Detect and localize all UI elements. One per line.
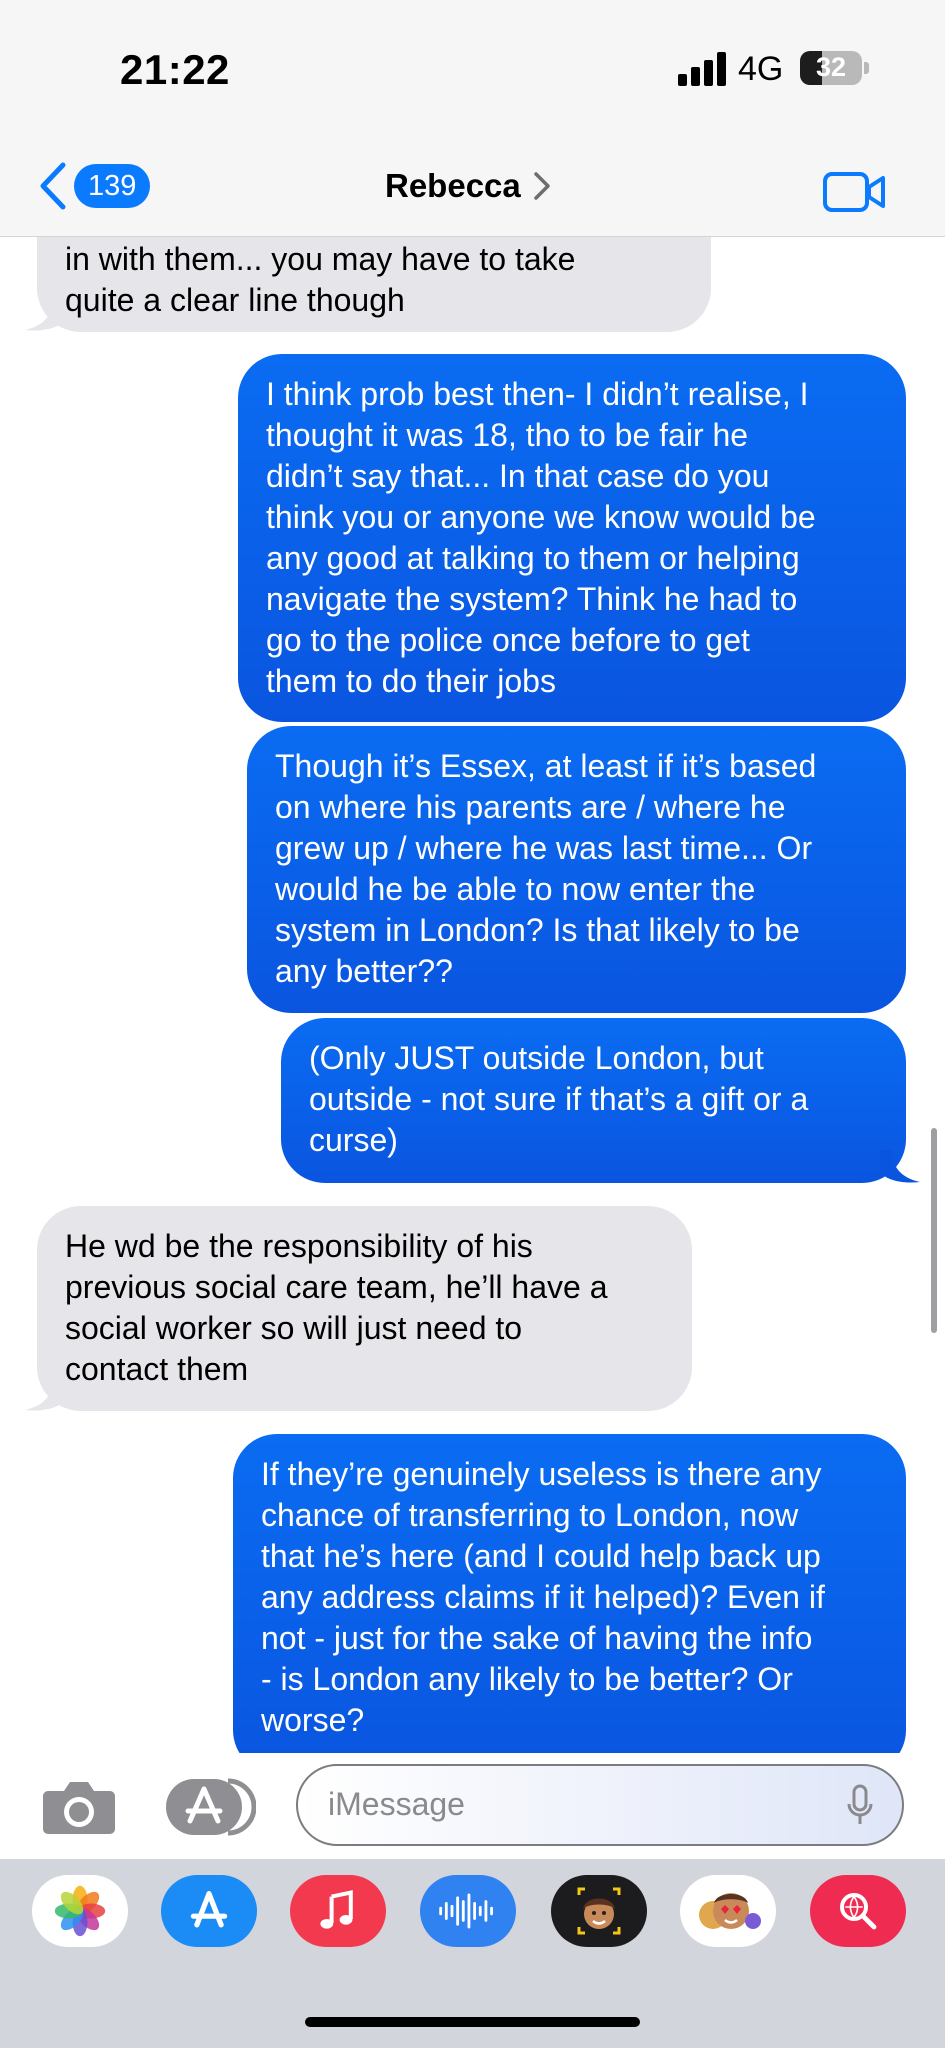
photos-icon[interactable]: [32, 1875, 128, 1947]
app-store-icon[interactable]: [161, 1875, 257, 1947]
message-line: He wd be the responsibility of his: [65, 1228, 533, 1264]
imessage-app-drawer: [0, 1859, 945, 2048]
message-line: (Only JUST outside London, but: [309, 1040, 764, 1076]
message-input-placeholder: iMessage: [328, 1786, 465, 1822]
bubble-tail: [25, 298, 65, 331]
audio-message-icon[interactable]: [420, 1875, 516, 1947]
message-line: them to do their jobs: [266, 663, 556, 699]
contact-header[interactable]: Rebecca: [385, 162, 551, 210]
memoji-stickers-icon[interactable]: [680, 1875, 776, 1947]
unread-count-badge: 139: [74, 164, 151, 208]
message-line: worse?: [261, 1702, 365, 1738]
status-bar: 21:22 4G 32: [0, 0, 945, 140]
message-thread[interactable]: in with them... you may have to take qui…: [0, 236, 945, 1753]
message-line: that he’s here (and I could help back up: [261, 1538, 821, 1574]
message-line: quite a clear line though: [65, 282, 405, 318]
status-time: 21:22: [120, 46, 230, 93]
network-type: 4G: [738, 50, 784, 88]
incoming-message[interactable]: He wd be the responsibility of his previ…: [37, 1206, 692, 1411]
battery-nub: [864, 62, 869, 74]
message-input[interactable]: iMessage: [296, 1764, 904, 1846]
bubble-tail: [880, 1150, 920, 1183]
music-icon[interactable]: [290, 1875, 386, 1947]
message-line: outside - not sure if that’s a gift or a: [309, 1081, 809, 1117]
message-line: any good at talking to them or helping: [266, 540, 800, 576]
message-line: think you or anyone we know would be: [266, 499, 816, 535]
outgoing-message[interactable]: If they’re genuinely useless is there an…: [233, 1434, 906, 1753]
outgoing-message[interactable]: Though it’s Essex, at least if it’s base…: [247, 726, 906, 1013]
message-line: not - just for the sake of having the in…: [261, 1620, 813, 1656]
message-line: thought it was 18, tho to be fair he: [266, 417, 749, 453]
contact-name: Rebecca: [385, 167, 521, 204]
message-line: contact them: [65, 1351, 249, 1387]
message-line: - is London any likely to be better? Or: [261, 1661, 793, 1697]
message-line: I think prob best then- I didn’t realise…: [266, 376, 809, 412]
message-line: Though it’s Essex, at least if it’s base…: [275, 748, 817, 784]
scroll-indicator[interactable]: [931, 1128, 937, 1333]
message-line: would he be able to now enter the: [275, 871, 756, 907]
battery-level: 32: [815, 52, 847, 82]
cellular-signal-icon: [678, 52, 726, 86]
message-line: any better??: [275, 953, 453, 989]
microphone-icon[interactable]: [846, 1784, 874, 1828]
message-line: curse): [309, 1122, 398, 1158]
facetime-video-icon[interactable]: [822, 170, 886, 214]
camera-icon[interactable]: [42, 1777, 116, 1835]
incoming-message[interactable]: in with them... you may have to take qui…: [37, 236, 711, 332]
conversation-header: 139 Rebecca: [0, 140, 945, 237]
bubble-tail: [25, 1378, 65, 1411]
message-line: didn’t say that... In that case do you: [266, 458, 770, 494]
app-store-apps-icon[interactable]: [166, 1777, 256, 1837]
message-line: any address claims if it helped)? Even i…: [261, 1579, 825, 1615]
outgoing-message[interactable]: (Only JUST outside London, but outside -…: [281, 1018, 906, 1183]
web-search-icon[interactable]: [810, 1875, 906, 1947]
message-line: previous social care team, he’ll have a: [65, 1269, 608, 1305]
message-line: go to the police once before to get: [266, 622, 750, 658]
chevron-right-icon: [534, 172, 550, 200]
message-line: grew up / where he was last time... Or: [275, 830, 813, 866]
home-indicator[interactable]: [305, 2017, 640, 2027]
battery-icon: 32: [800, 51, 862, 85]
memoji-icon[interactable]: [551, 1875, 647, 1947]
message-line: on where his parents are / where he: [275, 789, 786, 825]
message-line: system in London? Is that likely to be: [275, 912, 800, 948]
message-line: social worker so will just need to: [65, 1310, 523, 1346]
compose-bar: iMessage: [0, 1753, 945, 1859]
message-line: in with them... you may have to take: [65, 241, 576, 277]
outgoing-message[interactable]: I think prob best then- I didn’t realise…: [238, 354, 906, 722]
back-button[interactable]: 139: [38, 162, 151, 210]
message-line: chance of transferring to London, now: [261, 1497, 799, 1533]
message-line: If they’re genuinely useless is there an…: [261, 1456, 822, 1492]
message-line: navigate the system? Think he had to: [266, 581, 798, 617]
chevron-left-icon: [40, 162, 66, 210]
